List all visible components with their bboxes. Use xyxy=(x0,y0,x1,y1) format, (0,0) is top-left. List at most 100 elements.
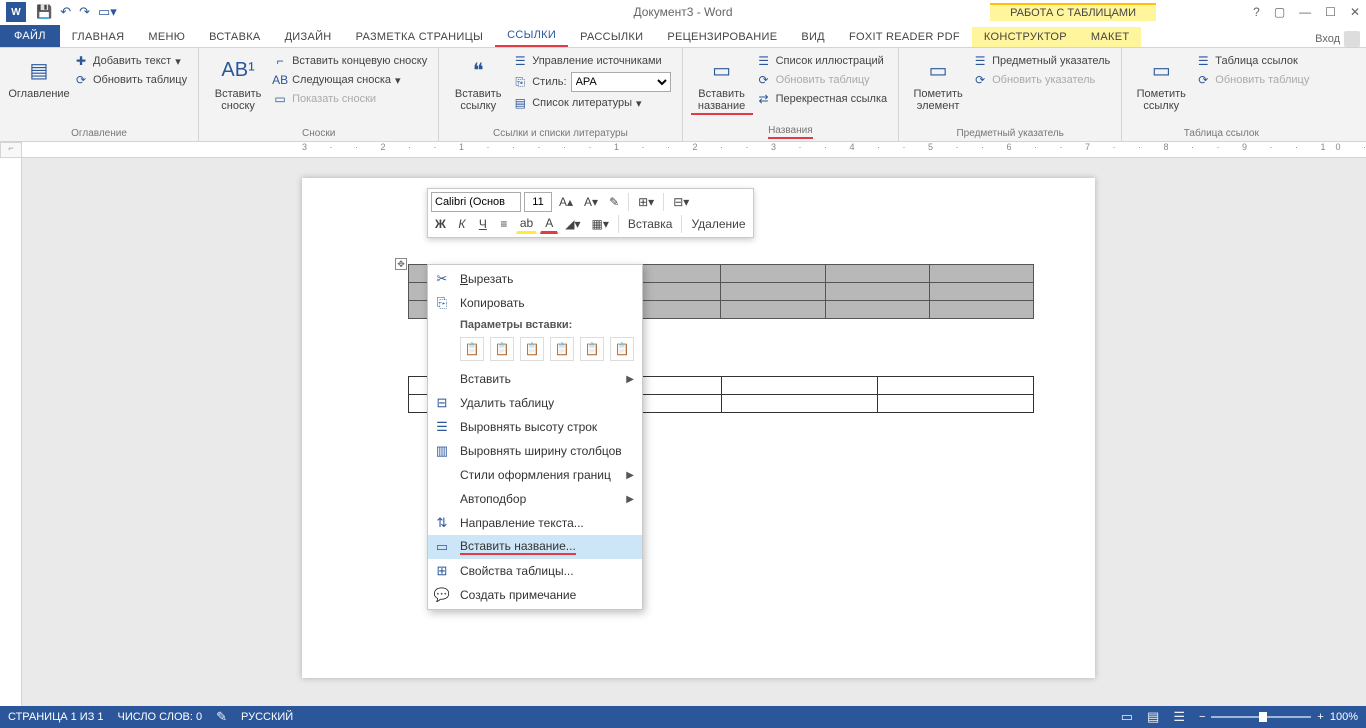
shading-button[interactable]: ◢▾ xyxy=(561,214,584,234)
menu-table-properties[interactable]: ⊞Свойства таблицы... xyxy=(428,559,642,583)
menu-distribute-rows[interactable]: ☰Выровнять высоту строк xyxy=(428,415,642,439)
status-page[interactable]: СТРАНИЦА 1 ИЗ 1 xyxy=(8,711,104,723)
tab-table-layout[interactable]: МАКЕТ xyxy=(1079,27,1141,47)
paste-keep-source-icon[interactable]: 📋 xyxy=(460,337,484,361)
insert-endnote-button[interactable]: ⌐Вставить концевую сноску xyxy=(269,52,430,70)
style-dropdown[interactable]: APA xyxy=(571,72,671,92)
paste-picture-icon[interactable]: 📋 xyxy=(580,337,604,361)
print-layout-icon[interactable]: ▤ xyxy=(1147,709,1159,725)
menu-insert[interactable]: Вставить▶ xyxy=(428,367,642,391)
tab-insert[interactable]: ВСТАВКА xyxy=(197,27,272,47)
update-index-button[interactable]: ⟳Обновить указатель xyxy=(969,71,1113,89)
bibliography-icon: ▤ xyxy=(512,95,528,111)
insert-caption-button[interactable]: ▭ Вставить название xyxy=(691,52,753,124)
status-language[interactable]: РУССКИЙ xyxy=(241,711,293,723)
insert-index-button[interactable]: ☰Предметный указатель xyxy=(969,52,1113,70)
font-color-button[interactable]: A xyxy=(540,214,558,234)
tab-references[interactable]: ССЫЛКИ xyxy=(495,25,568,47)
document-page[interactable]: ✥ xyxy=(302,178,1095,678)
highlight-button[interactable]: ab xyxy=(516,214,537,234)
tab-file[interactable]: ФАЙЛ xyxy=(0,25,60,47)
update-toa-button[interactable]: ⟳Обновить таблицу xyxy=(1192,71,1312,89)
toc-button[interactable]: ▤ Оглавление xyxy=(8,52,70,124)
citation-style-select[interactable]: ⎘Стиль: APA xyxy=(509,71,673,93)
mini-delete-label[interactable]: Удаление xyxy=(687,214,749,234)
horizontal-ruler[interactable]: 3 · · 2 · · 1 · · · · · 1 · · 2 · · 3 · … xyxy=(22,142,1366,158)
save-icon[interactable]: 💾 xyxy=(36,4,52,20)
paste-link-icon[interactable]: 📋 xyxy=(550,337,574,361)
menu-text-direction[interactable]: ⇅Направление текста... xyxy=(428,511,642,535)
show-footnotes-button[interactable]: ▭Показать сноски xyxy=(269,90,430,108)
tab-menu[interactable]: Меню xyxy=(136,27,197,47)
cross-reference-button[interactable]: ⇄Перекрестная ссылка xyxy=(753,90,891,108)
zoom-out-icon[interactable]: − xyxy=(1199,711,1205,723)
tab-home[interactable]: ГЛАВНАЯ xyxy=(60,27,137,47)
tab-constructor[interactable]: КОНСТРУКТОР xyxy=(972,27,1079,47)
update-toc-button[interactable]: ⟳Обновить таблицу xyxy=(70,71,190,89)
add-text-button[interactable]: ✚Добавить текст ▾ xyxy=(70,52,190,70)
table-insert-icon[interactable]: ⊞▾ xyxy=(634,192,658,212)
ribbon-opts-icon[interactable]: ▢ xyxy=(1274,5,1285,19)
mini-insert-label[interactable]: Вставка xyxy=(624,214,677,234)
minimize-icon[interactable]: — xyxy=(1299,5,1311,19)
table-move-handle[interactable]: ✥ xyxy=(395,258,407,270)
manage-sources-button[interactable]: ☰Управление источниками xyxy=(509,52,673,70)
close-icon[interactable]: ✕ xyxy=(1350,5,1360,19)
citation-icon: ❝ xyxy=(462,54,494,86)
menu-distribute-cols[interactable]: ▥Выровнять ширину столбцов xyxy=(428,439,642,463)
menu-delete-table[interactable]: ⊟Удалить таблицу xyxy=(428,391,642,415)
format-painter-icon[interactable]: ✎ xyxy=(605,192,623,212)
menu-insert-caption[interactable]: ▭Вставить название... xyxy=(428,535,642,559)
tab-page-layout[interactable]: РАЗМЕТКА СТРАНИЦЫ xyxy=(344,27,496,47)
paste-styles-icon[interactable]: 📋 xyxy=(520,337,544,361)
undo-icon[interactable]: ↶ xyxy=(60,4,71,20)
update-figures-button[interactable]: ⟳Обновить таблицу xyxy=(753,71,891,89)
insert-toa-button[interactable]: ☰Таблица ссылок xyxy=(1192,52,1312,70)
borders-button[interactable]: ▦▾ xyxy=(587,214,612,234)
zoom-in-icon[interactable]: + xyxy=(1317,711,1323,723)
font-family-input[interactable] xyxy=(431,192,521,212)
paste-text-icon[interactable]: 📋 xyxy=(610,337,634,361)
table-of-figures-button[interactable]: ☰Список иллюстраций xyxy=(753,52,891,70)
comment-icon: 💬 xyxy=(432,585,452,605)
menu-cut[interactable]: ✂Вырезать xyxy=(428,267,642,291)
insert-footnote-button[interactable]: AB¹ Вставить сноску xyxy=(207,52,269,124)
spellcheck-icon[interactable]: ✎ xyxy=(216,709,227,725)
maximize-icon[interactable]: ☐ xyxy=(1325,5,1336,19)
zoom-control[interactable]: − + 100% xyxy=(1199,711,1358,723)
insert-citation-button[interactable]: ❝ Вставить ссылку xyxy=(447,52,509,124)
shrink-font-icon[interactable]: A▾ xyxy=(580,192,602,212)
tab-review[interactable]: РЕЦЕНЗИРОВАНИЕ xyxy=(655,27,789,47)
redo-icon[interactable]: ↷ xyxy=(79,4,90,20)
menu-copy[interactable]: ⎘Копировать xyxy=(428,291,642,315)
font-size-input[interactable] xyxy=(524,192,552,212)
web-layout-icon[interactable]: ☰ xyxy=(1173,709,1185,725)
new-doc-icon[interactable]: ▭▾ xyxy=(98,4,117,20)
zoom-value[interactable]: 100% xyxy=(1330,711,1358,723)
tab-view[interactable]: ВИД xyxy=(789,27,837,47)
tab-foxit-pdf[interactable]: Foxit Reader PDF xyxy=(837,27,972,47)
read-mode-icon[interactable]: ▭ xyxy=(1121,709,1133,725)
next-footnote-button[interactable]: ABСледующая сноска ▾ xyxy=(269,71,430,89)
menu-autofit[interactable]: Автоподбор▶ xyxy=(428,487,642,511)
status-wordcount[interactable]: ЧИСЛО СЛОВ: 0 xyxy=(118,711,203,723)
italic-button[interactable]: К xyxy=(453,214,471,234)
underline-button[interactable]: Ч xyxy=(474,214,492,234)
tab-mailings[interactable]: РАССЫЛКИ xyxy=(568,27,655,47)
bibliography-button[interactable]: ▤Список литературы ▾ xyxy=(509,94,673,112)
paste-merge-icon[interactable]: 📋 xyxy=(490,337,514,361)
bold-button[interactable]: Ж xyxy=(431,214,450,234)
group-citations: ❝ Вставить ссылку ☰Управление источникам… xyxy=(439,48,682,141)
help-icon[interactable]: ? xyxy=(1253,5,1260,19)
vertical-ruler[interactable] xyxy=(0,158,22,706)
zoom-slider[interactable] xyxy=(1211,716,1311,718)
menu-border-styles[interactable]: Стили оформления границ▶ xyxy=(428,463,642,487)
menu-new-comment[interactable]: 💬Создать примечание xyxy=(428,583,642,607)
login-link[interactable]: Вход xyxy=(1315,31,1360,47)
mark-entry-button[interactable]: ▭ Пометить элемент xyxy=(907,52,969,124)
align-button[interactable]: ≡ xyxy=(495,214,513,234)
table-delete-icon[interactable]: ⊟▾ xyxy=(669,192,693,212)
mark-citation-button[interactable]: ▭ Пометить ссылку xyxy=(1130,52,1192,124)
tab-design[interactable]: ДИЗАЙН xyxy=(273,27,344,47)
grow-font-icon[interactable]: A▴ xyxy=(555,192,577,212)
